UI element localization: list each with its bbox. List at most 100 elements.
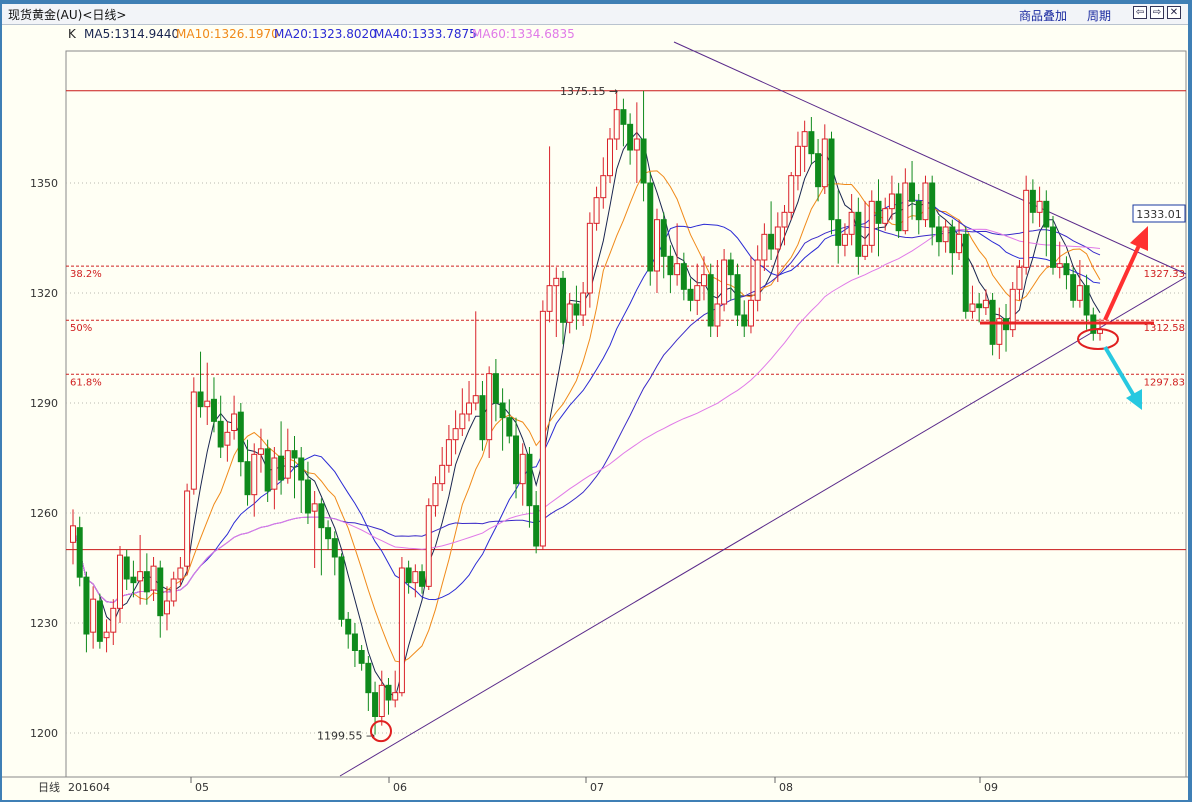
chart-title: 现货黄金(AU)<日线> [8, 8, 127, 22]
candle-body [653, 219, 660, 272]
candle-body [83, 576, 90, 635]
candle-body [533, 505, 540, 547]
candle-body [170, 578, 177, 602]
arrow-left-icon[interactable]: ⇦ [1133, 6, 1147, 19]
candle-body [338, 556, 345, 620]
candle-body [754, 259, 761, 301]
candle-body [895, 193, 902, 232]
candle-body [788, 175, 795, 213]
candle-body [237, 411, 244, 463]
candle-body [116, 554, 123, 609]
candle-body [486, 373, 493, 441]
candle-body [714, 303, 721, 327]
fib-level-label: 61.8% [70, 377, 102, 388]
candle-body [311, 503, 318, 512]
candle-body [560, 277, 567, 323]
candle-body [439, 464, 446, 485]
candle-body [620, 109, 627, 125]
candle-body [479, 395, 486, 441]
candle-body [942, 226, 949, 243]
candle-body [398, 567, 405, 694]
candle-body [747, 299, 754, 327]
candlestick-chart: 38.2% 1327.3350% 1312.5861.8% 1297.83 12001… [2, 25, 1188, 800]
fib-level-value: 1297.83 [1144, 377, 1185, 388]
candle-body [130, 576, 137, 584]
candle-body [1016, 266, 1023, 290]
period-link[interactable]: 周期 [1087, 7, 1111, 24]
candle-body [190, 391, 197, 490]
overlay-commodity-link[interactable]: 商品叠加 [1019, 7, 1067, 24]
candle-body [425, 505, 432, 587]
candle-body [1063, 263, 1070, 276]
candle-body [633, 138, 640, 151]
candle-body [868, 200, 875, 246]
candle-body [123, 556, 130, 580]
candle-body [935, 226, 942, 243]
legend-k: K [68, 27, 77, 41]
candle-body [372, 692, 379, 718]
candle-body [1083, 285, 1090, 316]
x-tick-label: 08 [779, 781, 793, 794]
candle-body [660, 219, 667, 257]
candle-body [606, 138, 613, 177]
candle-body [110, 607, 117, 633]
y-tick-label: 1200 [30, 727, 58, 740]
candle-body [1076, 285, 1083, 301]
candle-body [419, 571, 426, 587]
y-tick-label: 1230 [30, 617, 58, 630]
candle-body [774, 226, 781, 250]
candle-body [210, 398, 217, 422]
candle-body [385, 684, 392, 701]
candle-body [499, 402, 506, 419]
candle-body [513, 435, 520, 485]
chart-window: 现货黄金(AU)<日线> 商品叠加 周期 ⇦ ⇨ ✕ 38.2% 1327.33 5… [0, 0, 1192, 802]
candle-body [1050, 226, 1057, 268]
candle-body [841, 233, 848, 246]
candle-body [157, 567, 164, 617]
candle-body [177, 567, 184, 580]
candle-body [761, 233, 768, 261]
candle-body [251, 453, 258, 496]
candle-body [459, 413, 466, 430]
candle-body [331, 538, 338, 558]
candle-body [405, 567, 412, 584]
candle-body [1070, 274, 1077, 301]
candle-body [741, 314, 748, 327]
candle-body [613, 109, 620, 140]
candle-body [358, 650, 365, 664]
candle-body [882, 208, 889, 224]
candle-body [445, 439, 452, 466]
candle-body [768, 233, 775, 250]
candle-body [674, 263, 681, 276]
candle-body [351, 633, 358, 651]
candle-body [976, 303, 983, 309]
last-price-label: 1333.01 [1136, 208, 1182, 221]
candle-body [647, 182, 654, 272]
candle-body [432, 483, 439, 507]
legend-ma5: MA5:1314.9440 [84, 27, 179, 41]
candle-body [821, 138, 828, 188]
candle-body [1029, 189, 1036, 213]
close-icon[interactable]: ✕ [1167, 6, 1181, 19]
y-tick-label: 1350 [30, 177, 58, 190]
x-tick-label: 201604 [68, 781, 110, 794]
candle-body [492, 373, 499, 404]
candle-body [969, 303, 976, 312]
candle-body [848, 211, 855, 235]
candle-body [506, 417, 513, 437]
candle-body [231, 413, 238, 431]
candle-body [365, 662, 372, 694]
candle-body [680, 263, 687, 290]
candle-body [734, 274, 741, 316]
candle-body [103, 631, 110, 639]
candle-body [580, 292, 587, 316]
x-tick-label: 06 [393, 781, 407, 794]
candle-body [781, 211, 788, 228]
candle-body [828, 138, 835, 221]
candle-body [694, 285, 701, 301]
arrow-right-icon[interactable]: ⇨ [1150, 6, 1164, 19]
candle-body [593, 197, 600, 224]
candle-body [600, 175, 607, 199]
candle-body [150, 565, 157, 591]
candle-body [902, 182, 909, 232]
